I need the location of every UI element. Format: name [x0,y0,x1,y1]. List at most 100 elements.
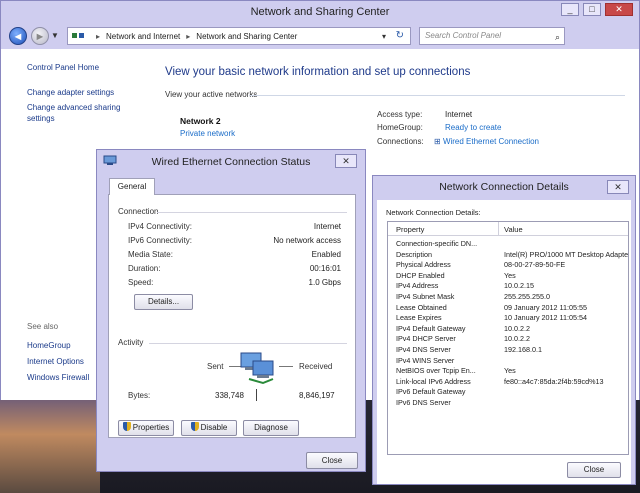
property-value: 255.255.255.0 [504,291,550,301]
general-tab-panel: Connection IPv4 Connectivity: Internet I… [108,194,356,438]
list-item[interactable]: IPv6 DNS Server [388,397,628,408]
control-panel-home-link[interactable]: Control Panel Home [27,62,99,73]
list-item[interactable]: Connection-specific DN... [388,238,628,249]
property-name: IPv4 DNS Server [396,344,451,354]
search-placeholder: Search Control Panel [425,31,502,40]
properties-label: Properties [132,423,170,432]
received-line [279,366,293,367]
diagnose-button[interactable]: Diagnose [243,420,299,436]
list-item[interactable]: IPv6 Default Gateway [388,386,628,397]
list-item[interactable]: Link-local IPv6 Address fe80::a4c7:85da:2… [388,376,628,387]
property-name: IPv4 DHCP Server [396,334,456,344]
property-name: IPv6 DNS Server [396,397,451,407]
details-close-button[interactable]: Close [567,462,621,478]
address-dropdown-icon[interactable]: ▾ [382,32,386,41]
maximize-button[interactable]: □ [583,3,601,16]
duration-value: 00:16:01 [309,264,341,273]
list-item[interactable]: Physical Address 08-00-27-89-50-FE [388,259,628,270]
details-list[interactable]: Property Value Connection-specific DN...… [387,221,629,455]
disable-label: Disable [200,423,228,432]
property-value: Intel(R) PRO/1000 MT Desktop Adapter [504,249,628,259]
property-column-header[interactable]: Property [396,225,424,234]
minimize-button[interactable]: _ [561,3,579,16]
property-value: 10.0.2.15 [504,281,534,291]
search-icon[interactable]: ⌕ [555,29,560,45]
network-computers-icon [240,352,274,385]
address-bar[interactable]: ▸ Network and Internet ▸ Network and Sha… [67,27,411,45]
duration-label: Duration: [128,264,161,273]
list-item[interactable]: IPv4 Default Gateway 10.0.2.2 [388,323,628,334]
media-state-value: Enabled [311,250,341,259]
windows-firewall-link[interactable]: Windows Firewall [27,372,89,383]
list-item[interactable]: NetBIOS over Tcpip En... Yes [388,365,628,376]
active-networks-label: View your active networks [165,90,258,99]
list-item[interactable]: Lease Expires 10 January 2012 11:05:54 [388,312,628,323]
speed-value: 1.0 Gbps [308,278,341,287]
close-button[interactable]: ✕ [605,3,633,16]
network-name: Network 2 [180,116,221,126]
list-item[interactable]: IPv4 DNS Server 192.168.0.1 [388,344,628,355]
ipv6-connectivity-label: IPv6 Connectivity: [128,236,193,245]
access-type-value: Internet [445,110,473,119]
recent-pages-chevron-icon[interactable]: ▼ [51,31,59,40]
navigation-bar: ◄ ► ▼ ▸ Network and Internet ▸ Network a… [1,23,639,49]
property-name: Connection-specific DN... [396,239,478,248]
access-type-label: Access type: [377,110,423,119]
media-state-label: Media State: [128,250,173,259]
property-value: Yes [504,366,516,376]
property-value: 09 January 2012 11:05:55 [504,302,587,312]
breadcrumb-network-internet[interactable]: Network and Internet [106,32,180,41]
tab-general[interactable]: General [109,178,155,195]
uac-shield-icon [122,422,131,431]
properties-button[interactable]: Properties [118,420,174,436]
ipv4-connectivity-value: Internet [313,222,341,231]
close-icon[interactable]: ✕ [335,154,357,168]
disable-button[interactable]: Disable [181,420,237,436]
list-item[interactable]: DHCP Enabled Yes [388,270,628,281]
status-close-button[interactable]: Close [306,452,358,469]
breadcrumb-network-sharing-center[interactable]: Network and Sharing Center [196,32,297,41]
list-item[interactable]: IPv4 DHCP Server 10.0.2.2 [388,333,628,344]
window-controls: _ □ ✕ [561,3,633,16]
divider [249,95,625,96]
change-adapter-settings-link[interactable]: Change adapter settings [27,87,114,98]
network-type-link[interactable]: Private network [180,129,235,138]
list-item[interactable]: Lease Obtained 09 January 2012 11:05:55 [388,302,628,313]
close-icon[interactable]: ✕ [607,180,629,194]
refresh-icon[interactable]: ↻ [396,30,404,41]
internet-options-link[interactable]: Internet Options [27,356,84,367]
property-value: 192.168.0.1 [504,344,542,354]
property-value: fe80::a4c7:85da:2f4b:59cd%13 [504,376,604,386]
list-item[interactable]: IPv4 Subnet Mask 255.255.255.0 [388,291,628,302]
list-item[interactable]: IPv4 Address 10.0.2.15 [388,280,628,291]
breadcrumb-separator-icon: ▸ [186,31,191,41]
ipv6-connectivity-value: No network access [273,236,341,245]
homegroup-link[interactable]: HomeGroup [27,340,71,351]
wired-ethernet-connection-link[interactable]: ⊞ Wired Ethernet Connection [434,137,539,146]
details-button[interactable]: Details... [134,294,193,310]
dialog-title: Network Connection Details [439,181,569,193]
property-name: Physical Address [396,260,451,270]
search-input[interactable]: Search Control Panel ⌕ [419,27,565,45]
divider [157,212,347,213]
property-name: Lease Obtained [396,302,447,312]
homegroup-ready-link[interactable]: Ready to create [445,123,501,132]
property-name: IPv4 Address [396,281,439,291]
bytes-received-value: 8,846,197 [299,391,335,400]
property-name: IPv6 Default Gateway [396,387,466,397]
property-name: DHCP Enabled [396,270,445,280]
list-item[interactable]: IPv4 WINS Server [388,355,628,366]
change-advanced-sharing-link[interactable]: Change advanced sharing settings [27,102,139,124]
divider [149,343,347,344]
property-name: IPv4 Subnet Mask [396,291,455,301]
value-column-header[interactable]: Value [504,225,523,234]
forward-button[interactable]: ► [31,27,49,45]
property-value: 10 January 2012 11:05:54 [504,313,587,323]
list-item[interactable]: Description Intel(R) PRO/1000 MT Desktop … [388,249,628,260]
desktop-background [0,395,100,493]
list-rows: Connection-specific DN... Description Inte… [388,238,628,408]
page-heading: View your basic network information and … [165,66,471,78]
column-divider[interactable] [498,222,499,236]
details-label: Network Connection Details: [386,208,481,217]
back-button[interactable]: ◄ [9,27,27,45]
